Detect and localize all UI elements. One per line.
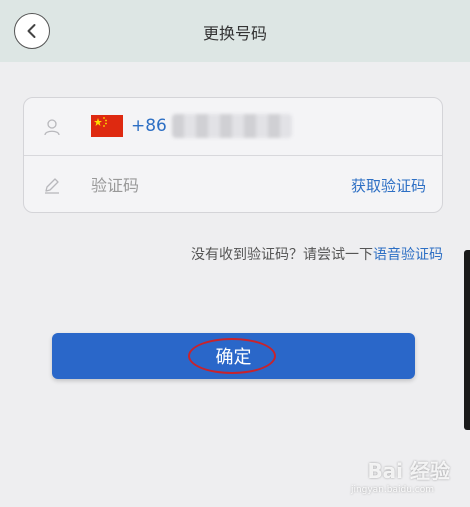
get-code-button[interactable]: 获取验证码 (351, 175, 426, 196)
voice-code-link[interactable]: 语音验证码 (373, 247, 443, 263)
page-title: 更换号码 (202, 24, 267, 43)
code-row: 获取验证码 (24, 156, 442, 214)
phone-row: +86 (24, 98, 442, 156)
hint-text: 没有收到验证码？请尝试一下 (191, 247, 373, 263)
verification-code-input[interactable] (91, 170, 291, 200)
highlight-annotation (188, 338, 276, 374)
phone-number-masked (172, 114, 292, 138)
scroll-edge (464, 250, 470, 430)
header-bar: 更换号码 (0, 0, 470, 62)
baidu-watermark-logo: Bai 经验 (367, 459, 450, 483)
pencil-icon (45, 178, 59, 194)
screen: 更换号码 +86 验证码 获取验证码 没有收到验证码？请尝试一下语音验证码 确定… (0, 0, 470, 507)
country-code[interactable]: +86 (131, 116, 167, 136)
china-flag-icon (91, 115, 123, 137)
form-card: +86 获取验证码 (23, 97, 443, 213)
voice-code-hint: 没有收到验证码？请尝试一下语音验证码 (191, 244, 443, 264)
watermark-url: jingyan.baidu.com (350, 485, 434, 495)
user-icon (44, 119, 60, 136)
